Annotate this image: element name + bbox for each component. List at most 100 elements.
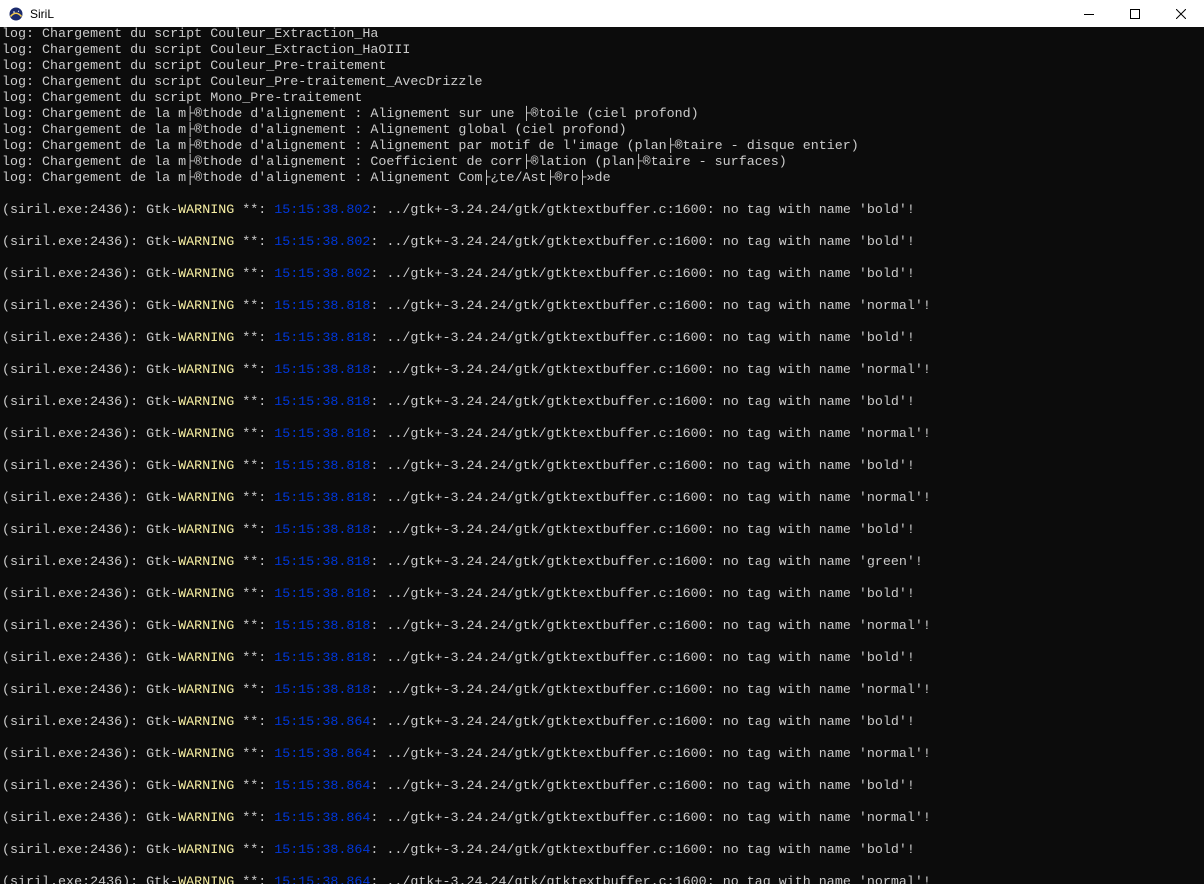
warning-path: : ../gtk+-3.24.24/gtk/gtktextbuffer.c:16… [370, 363, 859, 378]
warning-timestamp: 15:15:38.818 [274, 587, 371, 602]
warning-timestamp: 15:15:38.864 [274, 843, 371, 858]
warning-path: : ../gtk+-3.24.24/gtk/gtktextbuffer.c:16… [370, 299, 859, 314]
warning-label: WARNING [178, 843, 235, 858]
warning-timestamp: 15:15:38.818 [274, 363, 371, 378]
warning-timestamp: 15:15:38.864 [274, 779, 371, 794]
warning-label: WARNING [178, 587, 235, 602]
warning-label: WARNING [178, 203, 235, 218]
warning-path: : ../gtk+-3.24.24/gtk/gtktextbuffer.c:16… [370, 555, 859, 570]
warning-timestamp: 15:15:38.818 [274, 427, 371, 442]
warning-separator: **: [234, 715, 275, 730]
warning-line: (siril.exe:2436): Gtk-WARNING **: 15:15:… [2, 267, 1204, 283]
log-line: log: Chargement de la m├®thode d'alignem… [2, 107, 699, 122]
warning-line: (siril.exe:2436): Gtk-WARNING **: 15:15:… [2, 299, 1204, 315]
warning-tag: 'bold'! [858, 395, 915, 410]
warning-tag: 'normal'! [858, 363, 931, 378]
warning-prefix: (siril.exe:2436): Gtk- [2, 747, 179, 762]
warning-path: : ../gtk+-3.24.24/gtk/gtktextbuffer.c:16… [370, 523, 859, 538]
warning-timestamp: 15:15:38.864 [274, 715, 371, 730]
warning-line: (siril.exe:2436): Gtk-WARNING **: 15:15:… [2, 459, 1204, 475]
warning-prefix: (siril.exe:2436): Gtk- [2, 651, 179, 666]
warning-timestamp: 15:15:38.802 [274, 235, 371, 250]
warning-separator: **: [234, 267, 275, 282]
warning-line: (siril.exe:2436): Gtk-WARNING **: 15:15:… [2, 523, 1204, 539]
warning-tag: 'normal'! [858, 427, 931, 442]
warning-path: : ../gtk+-3.24.24/gtk/gtktextbuffer.c:16… [370, 395, 859, 410]
warning-tag: 'normal'! [858, 491, 931, 506]
warning-path: : ../gtk+-3.24.24/gtk/gtktextbuffer.c:16… [370, 683, 859, 698]
warning-timestamp: 15:15:38.818 [274, 459, 371, 474]
log-line: log: Chargement du script Couleur_Pre-tr… [2, 75, 483, 90]
warning-line: (siril.exe:2436): Gtk-WARNING **: 15:15:… [2, 651, 1204, 667]
warning-line: (siril.exe:2436): Gtk-WARNING **: 15:15:… [2, 235, 1204, 251]
warning-line: (siril.exe:2436): Gtk-WARNING **: 15:15:… [2, 555, 1204, 571]
minimize-button[interactable] [1066, 0, 1112, 27]
log-line: log: Chargement de la m├®thode d'alignem… [2, 155, 787, 170]
warning-separator: **: [234, 459, 275, 474]
warning-path: : ../gtk+-3.24.24/gtk/gtktextbuffer.c:16… [370, 235, 859, 250]
warning-label: WARNING [178, 747, 235, 762]
warning-prefix: (siril.exe:2436): Gtk- [2, 363, 179, 378]
warning-timestamp: 15:15:38.818 [274, 683, 371, 698]
warning-path: : ../gtk+-3.24.24/gtk/gtktextbuffer.c:16… [370, 651, 859, 666]
warning-line: (siril.exe:2436): Gtk-WARNING **: 15:15:… [2, 587, 1204, 603]
warning-path: : ../gtk+-3.24.24/gtk/gtktextbuffer.c:16… [370, 331, 859, 346]
close-icon [1176, 8, 1186, 19]
siril-app-icon [9, 7, 23, 21]
warning-prefix: (siril.exe:2436): Gtk- [2, 395, 179, 410]
warning-label: WARNING [178, 811, 235, 826]
warning-prefix: (siril.exe:2436): Gtk- [2, 555, 179, 570]
log-line: log: Chargement de la m├®thode d'alignem… [2, 123, 627, 138]
warning-prefix: (siril.exe:2436): Gtk- [2, 587, 179, 602]
warning-prefix: (siril.exe:2436): Gtk- [2, 811, 179, 826]
warning-separator: **: [234, 427, 275, 442]
window-controls [1066, 0, 1204, 27]
warning-label: WARNING [178, 491, 235, 506]
warning-tag: 'bold'! [858, 523, 915, 538]
close-button[interactable] [1158, 0, 1204, 27]
log-line: log: Chargement du script Couleur_Extrac… [2, 27, 379, 42]
warning-separator: **: [234, 555, 275, 570]
warning-prefix: (siril.exe:2436): Gtk- [2, 715, 179, 730]
warning-tag: 'normal'! [858, 619, 931, 634]
warning-prefix: (siril.exe:2436): Gtk- [2, 235, 179, 250]
warning-label: WARNING [178, 363, 235, 378]
warning-tag: 'green'! [858, 555, 923, 570]
warning-timestamp: 15:15:38.864 [274, 747, 371, 762]
warning-tag: 'normal'! [858, 299, 931, 314]
warning-line: (siril.exe:2436): Gtk-WARNING **: 15:15:… [2, 363, 1204, 379]
warning-tag: 'bold'! [858, 587, 915, 602]
log-line: log: Chargement du script Mono_Pre-trait… [2, 91, 363, 106]
warning-path: : ../gtk+-3.24.24/gtk/gtktextbuffer.c:16… [370, 203, 859, 218]
warning-timestamp: 15:15:38.818 [274, 331, 371, 346]
warning-label: WARNING [178, 523, 235, 538]
warning-label: WARNING [178, 651, 235, 666]
warning-path: : ../gtk+-3.24.24/gtk/gtktextbuffer.c:16… [370, 267, 859, 282]
warning-line: (siril.exe:2436): Gtk-WARNING **: 15:15:… [2, 843, 1204, 859]
warning-tag: 'bold'! [858, 843, 915, 858]
warning-line: (siril.exe:2436): Gtk-WARNING **: 15:15:… [2, 203, 1204, 219]
maximize-button[interactable] [1112, 0, 1158, 27]
warning-path: : ../gtk+-3.24.24/gtk/gtktextbuffer.c:16… [370, 779, 859, 794]
warning-tag: 'bold'! [858, 331, 915, 346]
log-line: log: Chargement de la m├®thode d'alignem… [2, 139, 859, 154]
warning-separator: **: [234, 363, 275, 378]
siril-console-window: SiriL log: Chargement du script Couleur_… [0, 0, 1204, 884]
warning-label: WARNING [178, 395, 235, 410]
warning-label: WARNING [178, 555, 235, 570]
warning-label: WARNING [178, 331, 235, 346]
warning-line: (siril.exe:2436): Gtk-WARNING **: 15:15:… [2, 491, 1204, 507]
console-output[interactable]: log: Chargement du script Couleur_Extrac… [0, 27, 1204, 884]
warning-label: WARNING [178, 683, 235, 698]
title-bar[interactable]: SiriL [0, 0, 1204, 27]
warning-separator: **: [234, 875, 275, 884]
warning-separator: **: [234, 843, 275, 858]
